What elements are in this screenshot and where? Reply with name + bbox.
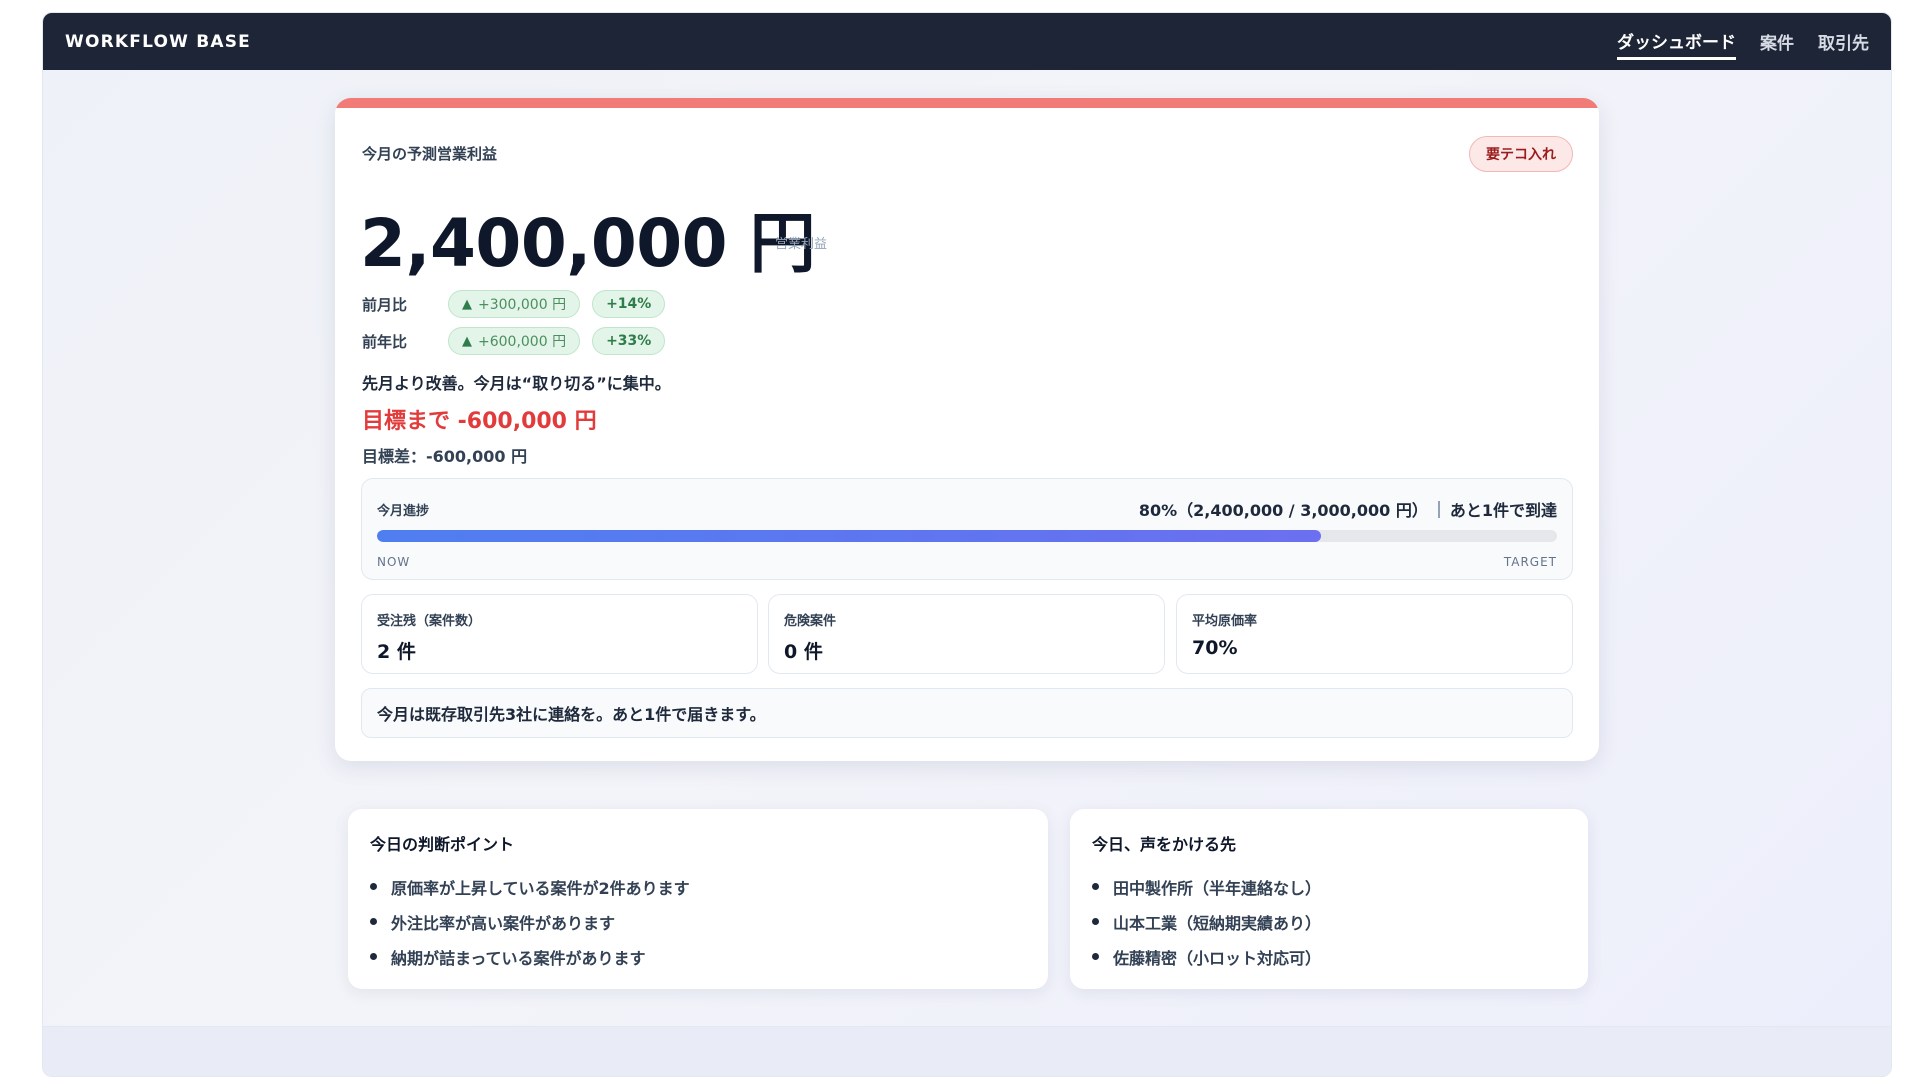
target-gap-detail: 目標差：-600,000 円 (362, 447, 528, 466)
stat-value: 2 件 (377, 641, 416, 663)
comparison-label: 前月比 (362, 295, 408, 314)
stat-label: 危険案件 (784, 614, 837, 629)
bullet-icon (1092, 883, 1099, 890)
stat-backlog: 受注残（案件数） 2 件 (361, 594, 758, 674)
top-navbar: WORKFLOW BASE ダッシュボード 案件 取引先 (43, 13, 1891, 70)
progress-summary: 80%（2,400,000 / 3,000,000 円） (1138, 501, 1428, 520)
app-window: WORKFLOW BASE ダッシュボード 案件 取引先 今月の予測営業利益 要… (42, 12, 1892, 1077)
monthly-progress: 今月進捗 80%（2,400,000 / 3,000,000 円） あと1件で到… (361, 478, 1573, 580)
bullet-icon (370, 918, 377, 925)
delta-value: +300,000 円 (478, 297, 567, 313)
comparison-label: 前年比 (362, 332, 408, 351)
delta-value: +600,000 円 (478, 334, 567, 350)
up-triangle-icon: ▲ (462, 296, 472, 312)
list-item: 山本工業（短納期実績あり） (1092, 904, 1321, 939)
delta-pill: ▲ +600,000 円 (448, 327, 581, 355)
nav-item-clients[interactable]: 取引先 (1818, 25, 1869, 58)
percent-pill: +14% (592, 290, 666, 318)
footer-strip (43, 1026, 1891, 1076)
list-item: 田中製作所（半年連絡なし） (1092, 869, 1321, 904)
stat-label: 平均原価率 (1192, 614, 1258, 629)
list-item: 外注比率が高い案件があります (370, 904, 690, 939)
status-badge: 要テコ入れ (1469, 136, 1573, 172)
list-item: 納期が詰まっている案件があります (370, 939, 690, 974)
decision-points-card: 今日の判断ポイント 原価率が上昇している案件が2件あります 外注比率が高い案件が… (348, 809, 1048, 989)
progress-end-label: TARGET (1503, 555, 1557, 569)
stat-label: 受注残（案件数） (377, 614, 482, 629)
list-item: 原価率が上昇している案件が2件あります (370, 869, 690, 904)
nav-item-dashboard[interactable]: ダッシュボード (1617, 24, 1736, 60)
progress-label: 今月進捗 (377, 504, 430, 519)
profit-caption: 営業利益 (775, 237, 828, 252)
card-title: 今日の判断ポイント (370, 835, 515, 854)
card-title: 今日、声をかける先 (1092, 835, 1237, 854)
bullet-icon (1092, 918, 1099, 925)
main-nav: ダッシュボード 案件 取引先 (1617, 24, 1869, 60)
profit-comment: 先月より改善。今月は“取り切る”に集中。 (362, 374, 671, 393)
contacts-card: 今日、声をかける先 田中製作所（半年連絡なし） 山本工業（短納期実績あり） 佐藤… (1070, 809, 1588, 989)
advice-banner: 今月は既存取引先3社に連絡を。あと1件で届きます。 (361, 688, 1573, 738)
stat-value: 0 件 (784, 641, 823, 663)
delta-pill: ▲ +300,000 円 (448, 290, 581, 318)
profit-forecast-card: 今月の予測営業利益 要テコ入れ 2,400,000 円 営業利益 前月比 ▲ +… (335, 98, 1599, 761)
list-item: 佐藤精密（小ロット対応可） (1092, 939, 1321, 974)
progress-start-label: NOW (377, 555, 411, 569)
up-triangle-icon: ▲ (462, 333, 472, 349)
profit-value: 2,400,000 円 (360, 205, 816, 282)
progress-fill (377, 530, 1321, 542)
bullet-icon (1092, 953, 1099, 960)
stat-cost-ratio: 平均原価率 70% (1176, 594, 1573, 674)
progress-divider (1437, 500, 1440, 518)
card-title: 今月の予測営業利益 (362, 145, 498, 163)
contacts-list: 田中製作所（半年連絡なし） 山本工業（短納期実績あり） 佐藤精密（小ロット対応可… (1092, 869, 1321, 974)
comparison-row-month: 前月比 ▲ +300,000 円 +14% (362, 290, 666, 318)
comparison-row-year: 前年比 ▲ +600,000 円 +33% (362, 327, 666, 355)
stat-risky-projects: 危険案件 0 件 (768, 594, 1165, 674)
bullet-icon (370, 883, 377, 890)
percent-pill: +33% (592, 327, 666, 355)
target-gap-headline: 目標まで -600,000 円 (362, 409, 597, 434)
brand-logo[interactable]: WORKFLOW BASE (65, 32, 251, 52)
progress-info: 80%（2,400,000 / 3,000,000 円） あと1件で到達 (1139, 497, 1557, 521)
decision-list: 原価率が上昇している案件が2件あります 外注比率が高い案件があります 納期が詰ま… (370, 869, 690, 974)
nav-item-projects[interactable]: 案件 (1760, 25, 1794, 58)
stat-value: 70% (1192, 637, 1238, 659)
progress-track (377, 530, 1557, 542)
progress-remaining: あと1件で到達 (1449, 501, 1557, 520)
bullet-icon (370, 953, 377, 960)
